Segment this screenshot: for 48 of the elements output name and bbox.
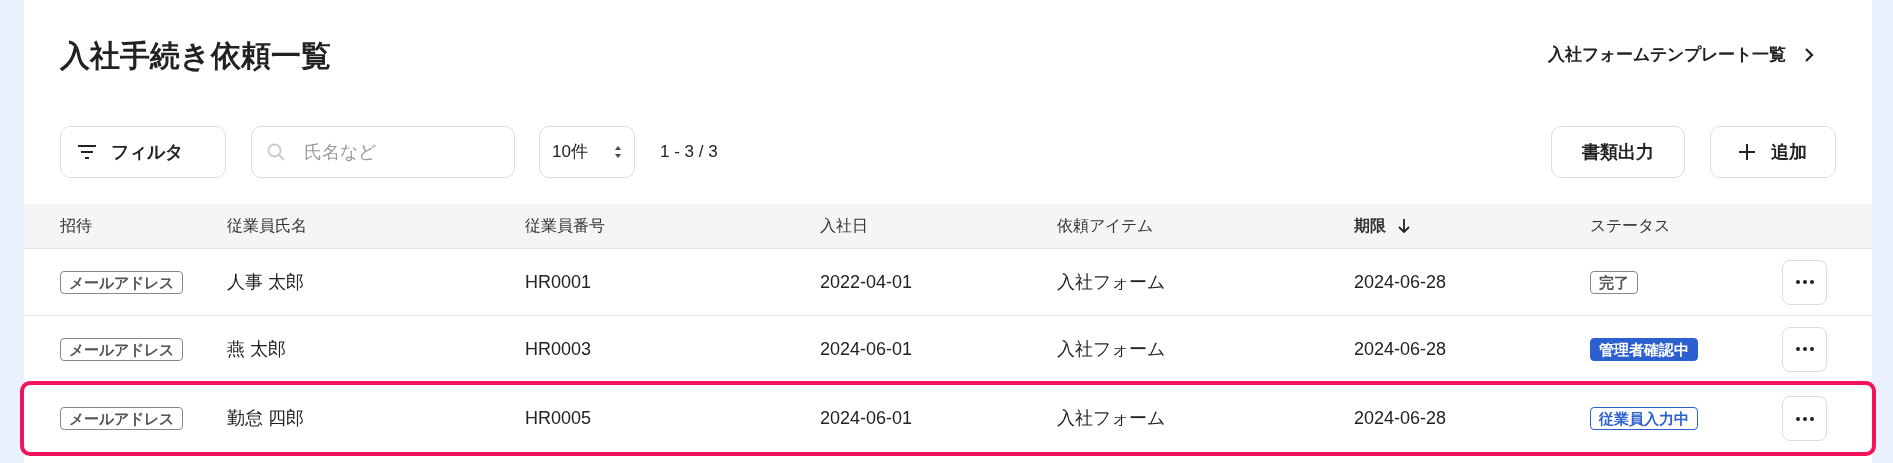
column-header[interactable]: 招待	[60, 217, 92, 234]
employee-name: 人事 太郎	[227, 271, 304, 292]
employee-number: HR0001	[525, 271, 592, 292]
column-header[interactable]: 従業員番号	[525, 217, 605, 234]
plus-icon	[1739, 144, 1755, 160]
request-item: 入社フォーム	[1057, 271, 1165, 292]
request-item: 入社フォーム	[1057, 338, 1165, 359]
invite-tag: メールアドレス	[60, 337, 183, 361]
invite-tag: メールアドレス	[60, 270, 183, 294]
more-menu-button[interactable]	[1782, 326, 1827, 372]
join-date: 2022-04-01	[820, 271, 913, 292]
employee-number: HR0005	[525, 408, 592, 428]
filter-icon	[77, 145, 97, 159]
due-date: 2024-06-28	[1354, 271, 1447, 292]
column-header[interactable]: 期限	[1354, 214, 1386, 238]
invite-tag: メールアドレス	[60, 407, 183, 430]
more-dots-icon	[1795, 416, 1814, 421]
page-title: 入社手続き依頼一覧	[60, 37, 331, 74]
status-badge: 従業員入力中	[1590, 407, 1698, 430]
more-menu-button[interactable]	[1782, 259, 1827, 305]
employee-name: 勤怠 四郎	[227, 408, 304, 428]
search-field[interactable]: 氏名など	[251, 126, 515, 178]
column-header[interactable]: ステータス	[1590, 217, 1670, 234]
result-range: 1 - 3 / 3	[660, 141, 718, 164]
more-menu-button[interactable]	[1782, 396, 1827, 441]
due-date: 2024-06-28	[1354, 408, 1447, 428]
search-icon	[267, 143, 285, 161]
more-dots-icon	[1795, 347, 1814, 351]
select-arrows-icon	[614, 145, 622, 159]
join-date: 2024-06-01	[820, 338, 913, 359]
column-header[interactable]: 依頼アイテム	[1057, 217, 1153, 234]
column-header[interactable]: 従業員氏名	[227, 217, 307, 234]
status-badge: 管理者確認中	[1590, 337, 1698, 361]
due-date: 2024-06-28	[1354, 338, 1447, 359]
page-size-select[interactable]: 10件	[539, 126, 635, 178]
sort-down-icon	[1398, 218, 1410, 234]
template-list-link[interactable]: 入社フォームテンプレート一覧	[1548, 42, 1814, 68]
employee-number: HR0003	[525, 338, 592, 359]
chevron-right-icon	[1804, 47, 1814, 63]
filter-button[interactable]: フィルタ	[60, 126, 226, 178]
request-item: 入社フォーム	[1057, 408, 1165, 428]
export-button[interactable]: 書類出力	[1551, 126, 1685, 178]
more-dots-icon	[1795, 280, 1814, 284]
column-header[interactable]: 入社日	[820, 217, 868, 234]
join-date: 2024-06-01	[820, 408, 913, 428]
status-badge: 完了	[1590, 270, 1638, 294]
employee-name: 燕 太郎	[227, 338, 286, 359]
add-button[interactable]: 追加	[1710, 126, 1836, 178]
